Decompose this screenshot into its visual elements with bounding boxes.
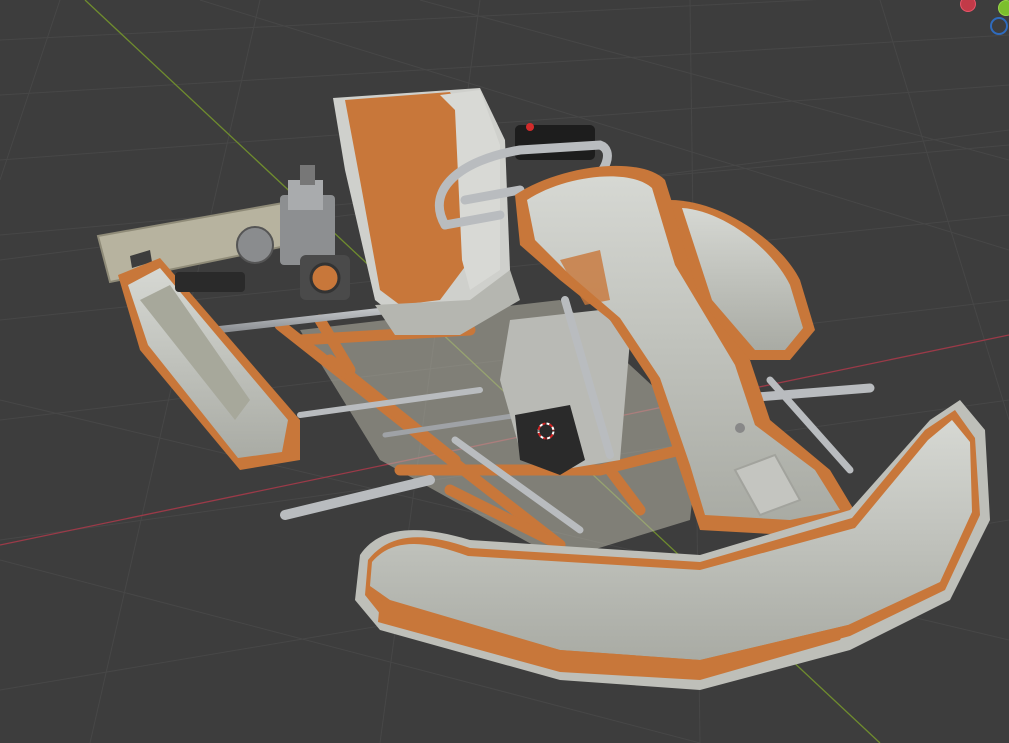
kart-model[interactable] xyxy=(96,88,990,690)
3d-viewport[interactable] xyxy=(0,0,1009,743)
3d-cursor-icon[interactable] xyxy=(536,421,556,441)
z-axis-ring[interactable] xyxy=(990,17,1008,35)
viewport-canvas[interactable] xyxy=(0,0,1009,743)
seat[interactable] xyxy=(333,88,520,335)
y-axis-ball[interactable] xyxy=(998,0,1009,16)
dash-display[interactable] xyxy=(515,123,595,160)
